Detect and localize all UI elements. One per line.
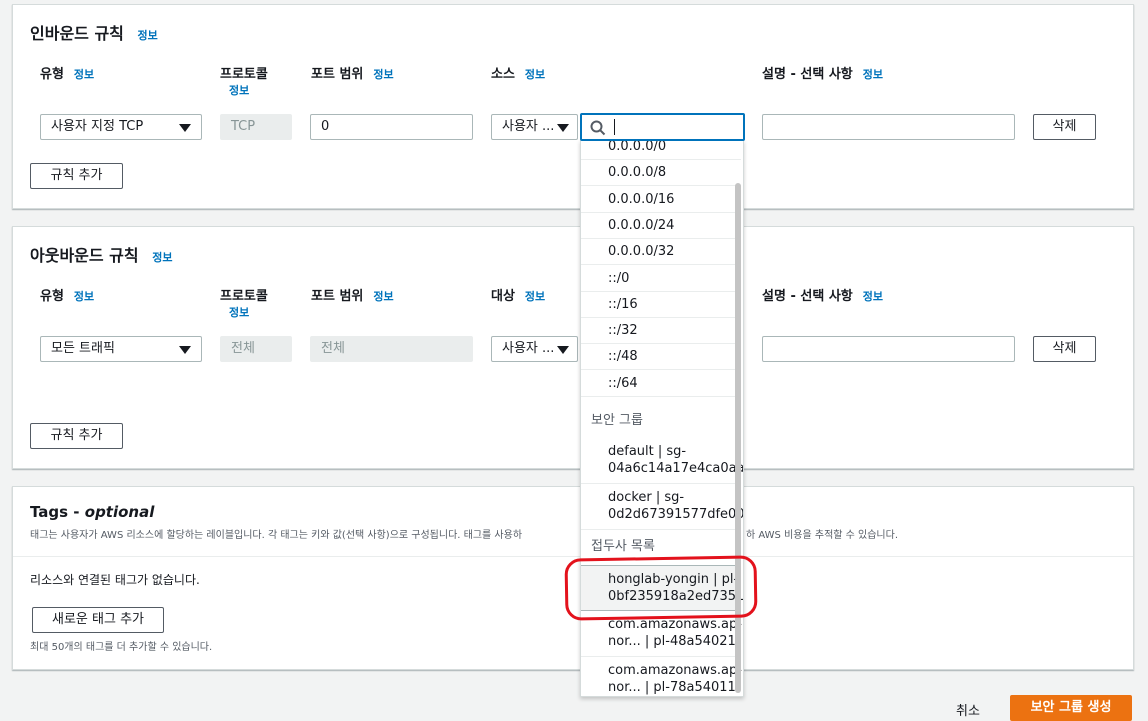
cancel-button[interactable]: 취소	[956, 700, 980, 719]
info-link[interactable]: 정보	[373, 290, 393, 303]
info-link[interactable]: 정보	[863, 290, 883, 303]
info-link[interactable]: 정보	[525, 290, 545, 303]
tags-empty-text: 리소스와 연결된 태그가 없습니다.	[30, 573, 200, 587]
dropdown-option-security-group[interactable]: docker | sg- 0d2d67391577dfe00	[581, 484, 743, 530]
outbound-delete-button[interactable]: 삭제	[1033, 336, 1096, 362]
inbound-port-range-input[interactable]: 0	[310, 114, 473, 140]
tags-divider	[13, 556, 1133, 557]
caret-down-icon	[557, 346, 569, 354]
inbound-type-select[interactable]: 사용자 지정 TCP	[40, 114, 202, 140]
outbound-col-type: 유형 정보	[40, 289, 95, 304]
dropdown-option-prefix-list[interactable]: com.amazonaws.ap-nor... | pl-78a54011	[581, 657, 742, 696]
tags-limit-text: 최대 50개의 태그를 더 추가할 수 있습니다.	[30, 642, 213, 653]
inbound-col-description: 설명 - 선택 사항 정보	[762, 67, 883, 82]
info-link[interactable]: 정보	[74, 68, 94, 81]
dropdown-option-security-group[interactable]: default | sg- 04a6c14a17e4ca0aa	[581, 438, 743, 484]
inbound-delete-button[interactable]: 삭제	[1033, 114, 1096, 140]
outbound-protocol-field: 전체	[220, 336, 292, 362]
outbound-col-destination: 대상 정보	[491, 289, 546, 304]
annotation-highlight	[564, 555, 758, 621]
tags-title: Tags - optional	[30, 503, 155, 521]
dropdown-option-cidr[interactable]: ::/32	[581, 317, 741, 345]
text-cursor	[614, 119, 615, 135]
tags-description-end: 하 AWS 비용을 추적할 수 있습니다.	[746, 530, 899, 541]
inbound-col-source: 소스 정보	[491, 67, 546, 82]
inbound-protocol-field: TCP	[220, 114, 292, 140]
inbound-add-rule-button[interactable]: 규칙 추가	[30, 163, 123, 189]
tags-description: 태그는 사용자가 AWS 리소스에 할당하는 레이블입니다. 각 태그는 키와 …	[30, 530, 523, 541]
inbound-source-type-select[interactable]: 사용자 ...	[491, 114, 578, 140]
outbound-col-port-range: 포트 범위 정보	[311, 289, 394, 304]
outbound-col-protocol: 프로토콜	[220, 289, 268, 304]
dropdown-option-cidr[interactable]: 0.0.0.0/32	[581, 238, 741, 266]
info-link[interactable]: 정보	[74, 290, 94, 303]
info-link[interactable]: 정보	[863, 68, 883, 81]
dropdown-option-cidr[interactable]: 0.0.0.0/8	[581, 159, 741, 187]
create-security-group-button[interactable]: 보안 그룹 생성	[1010, 695, 1132, 721]
info-link[interactable]: 정보	[229, 82, 249, 98]
dropdown-option-cidr[interactable]: ::/48	[581, 343, 741, 371]
caret-down-icon	[179, 124, 191, 132]
outbound-description-input[interactable]	[762, 336, 1015, 362]
inbound-col-port-range: 포트 범위 정보	[311, 67, 394, 82]
info-link[interactable]: 정보	[525, 68, 545, 81]
outbound-type-select[interactable]: 모든 트래픽	[40, 336, 202, 362]
security-group-header: 보안 그룹	[591, 413, 643, 428]
dropdown-option-cidr[interactable]: 0.0.0.0/16	[581, 186, 741, 213]
prefix-list-header: 접두사 목록	[591, 539, 655, 554]
dropdown-option-cidr[interactable]: 0.0.0.0/0	[581, 141, 741, 160]
dropdown-option-cidr[interactable]: ::/64	[581, 370, 741, 397]
inbound-rules-panel	[12, 4, 1134, 209]
inbound-col-protocol: 프로토콜	[220, 67, 268, 82]
caret-down-icon	[179, 346, 191, 354]
outbound-port-range-field: 전체	[310, 336, 473, 362]
dropdown-option-cidr[interactable]: ::/16	[581, 291, 741, 318]
inbound-col-type: 유형 정보	[40, 67, 95, 82]
inbound-rules-title: 인바운드 규칙 정보	[30, 24, 158, 43]
outbound-add-rule-button[interactable]: 규칙 추가	[30, 423, 123, 449]
outbound-col-description: 설명 - 선택 사항 정보	[762, 289, 883, 304]
info-link[interactable]: 정보	[229, 304, 249, 320]
inbound-info-link[interactable]: 정보	[137, 29, 157, 42]
caret-down-icon	[557, 124, 569, 132]
add-tag-button[interactable]: 새로운 태그 추가	[32, 607, 164, 633]
dropdown-option-cidr[interactable]: 0.0.0.0/24	[581, 212, 741, 239]
outbound-destination-type-select[interactable]: 사용자 ...	[491, 336, 578, 362]
dropdown-option-cidr[interactable]: ::/0	[581, 265, 741, 292]
source-search-input[interactable]	[580, 113, 745, 141]
inbound-description-input[interactable]	[762, 114, 1015, 140]
outbound-info-link[interactable]: 정보	[152, 251, 172, 264]
outbound-rules-title: 아웃바운드 규칙 정보	[30, 246, 173, 265]
info-link[interactable]: 정보	[373, 68, 393, 81]
search-icon	[590, 120, 606, 136]
